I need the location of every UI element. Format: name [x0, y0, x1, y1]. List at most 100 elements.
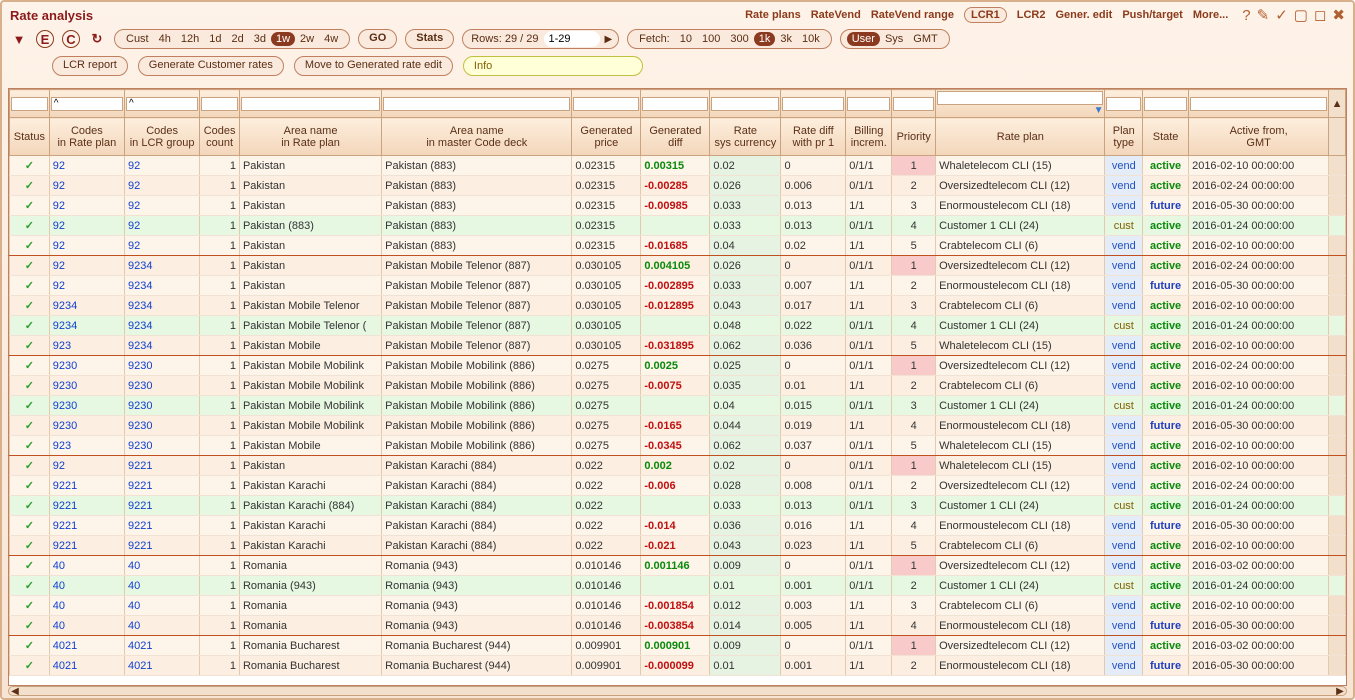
table-row[interactable]: ✓922192211Pakistan Karachi (884)Pakistan…: [10, 496, 1346, 516]
table-row[interactable]: ✓92921PakistanPakistan (883)0.02315-0.00…: [10, 176, 1346, 196]
cell-status[interactable]: ✓: [10, 176, 50, 196]
cell-codes-rp[interactable]: 92: [49, 256, 124, 276]
filter-rsc[interactable]: [711, 97, 779, 111]
cell-codes-lcr[interactable]: 9221: [124, 516, 199, 536]
table-row[interactable]: ✓923092301Pakistan Mobile MobilinkPakist…: [10, 396, 1346, 416]
filter-icon[interactable]: ▼: [10, 30, 28, 48]
cell-status[interactable]: ✓: [10, 296, 50, 316]
cell-codes-rp[interactable]: 40: [49, 616, 124, 636]
top-nav-ratevend[interactable]: RateVend: [811, 9, 861, 21]
cell-codes-rp[interactable]: 92: [49, 276, 124, 296]
col-header-9[interactable]: Rate diffwith pr 1: [781, 118, 846, 156]
time-option-2w[interactable]: 2w: [295, 32, 319, 46]
table-row[interactable]: ✓40401Romania (943)Romania (943)0.010146…: [10, 576, 1346, 596]
cell-status[interactable]: ✓: [10, 316, 50, 336]
cell-codes-rp[interactable]: 9234: [49, 316, 124, 336]
cell-codes-lcr[interactable]: 9234: [124, 276, 199, 296]
cell-status[interactable]: ✓: [10, 556, 50, 576]
stats-button[interactable]: Stats: [405, 29, 454, 49]
fetch-option-300[interactable]: 300: [725, 32, 753, 46]
tz-option-gmt[interactable]: GMT: [908, 32, 942, 46]
table-row[interactable]: ✓923492341Pakistan Mobile TelenorPakista…: [10, 296, 1346, 316]
cell-status[interactable]: ✓: [10, 156, 50, 176]
cell-status[interactable]: ✓: [10, 616, 50, 636]
cell-codes-rp[interactable]: 923: [49, 436, 124, 456]
generate-rates-button[interactable]: Generate Customer rates: [138, 56, 284, 76]
cell-codes-lcr[interactable]: 4021: [124, 636, 199, 656]
cell-status[interactable]: ✓: [10, 276, 50, 296]
cell-codes-rp[interactable]: 9230: [49, 376, 124, 396]
cell-codes-rp[interactable]: 92: [49, 176, 124, 196]
cell-codes-rp[interactable]: 92: [49, 216, 124, 236]
filter-plan[interactable]: [937, 91, 1103, 105]
cell-codes-rp[interactable]: 92: [49, 196, 124, 216]
cell-status[interactable]: ✓: [10, 436, 50, 456]
cell-status[interactable]: ✓: [10, 336, 50, 356]
cell-status[interactable]: ✓: [10, 596, 50, 616]
filter-bi[interactable]: [847, 97, 890, 111]
cell-status[interactable]: ✓: [10, 456, 50, 476]
cell-status[interactable]: ✓: [10, 656, 50, 676]
cell-codes-rp[interactable]: 40: [49, 596, 124, 616]
top-nav-rate-plans[interactable]: Rate plans: [745, 9, 801, 21]
cell-codes-rp[interactable]: 4021: [49, 656, 124, 676]
fetch-option-10[interactable]: 10: [675, 32, 697, 46]
cell-codes-rp[interactable]: 923: [49, 336, 124, 356]
cell-codes-lcr[interactable]: 40: [124, 596, 199, 616]
cell-codes-rp[interactable]: 9230: [49, 396, 124, 416]
filter-rdp1[interactable]: [782, 97, 844, 111]
time-option-1d[interactable]: 1d: [204, 32, 226, 46]
help-icon[interactable]: ?: [1242, 7, 1250, 24]
cell-codes-rp[interactable]: 92: [49, 236, 124, 256]
cell-status[interactable]: ✓: [10, 396, 50, 416]
cell-codes-lcr[interactable]: 9221: [124, 456, 199, 476]
time-option-4h[interactable]: 4h: [154, 32, 176, 46]
cell-codes-rp[interactable]: 9234: [49, 296, 124, 316]
col-header-10[interactable]: Billingincrem.: [846, 118, 892, 156]
cell-status[interactable]: ✓: [10, 356, 50, 376]
table-row[interactable]: ✓92921PakistanPakistan (883)0.02315-0.01…: [10, 236, 1346, 256]
filter-ptype[interactable]: [1106, 97, 1141, 111]
table-row[interactable]: ✓923492341Pakistan Mobile Telenor (Pakis…: [10, 316, 1346, 336]
table-row[interactable]: ✓922192211Pakistan KarachiPakistan Karac…: [10, 516, 1346, 536]
table-row[interactable]: ✓40401RomaniaRomania (943)0.0101460.0011…: [10, 556, 1346, 576]
table-row[interactable]: ✓92921Pakistan (883)Pakistan (883)0.0231…: [10, 216, 1346, 236]
close-icon[interactable]: ✖: [1332, 6, 1345, 24]
top-nav-lcr2[interactable]: LCR2: [1017, 9, 1046, 21]
tz-option-user[interactable]: User: [847, 32, 880, 46]
cell-codes-rp[interactable]: 9221: [49, 476, 124, 496]
filter-status[interactable]: [11, 97, 48, 111]
cell-codes-rp[interactable]: 9230: [49, 416, 124, 436]
col-header-14[interactable]: State: [1143, 118, 1189, 156]
table-row[interactable]: ✓923092301Pakistan Mobile MobilinkPakist…: [10, 376, 1346, 396]
cell-status[interactable]: ✓: [10, 216, 50, 236]
table-row[interactable]: ✓92392341Pakistan MobilePakistan Mobile …: [10, 336, 1346, 356]
col-header-8[interactable]: Ratesys currency: [710, 118, 781, 156]
cell-codes-lcr[interactable]: 9234: [124, 316, 199, 336]
fetch-option-100[interactable]: 100: [697, 32, 725, 46]
cell-codes-lcr[interactable]: 92: [124, 236, 199, 256]
col-header-1[interactable]: Codesin Rate plan: [49, 118, 124, 156]
cell-status[interactable]: ✓: [10, 376, 50, 396]
move-to-gen-button[interactable]: Move to Generated rate edit: [294, 56, 453, 76]
table-row[interactable]: ✓402140211Romania BucharestRomania Bucha…: [10, 636, 1346, 656]
cell-codes-rp[interactable]: 92: [49, 456, 124, 476]
table-row[interactable]: ✓92392301Pakistan MobilePakistan Mobile …: [10, 436, 1346, 456]
cell-codes-lcr[interactable]: 9221: [124, 496, 199, 516]
col-header-13[interactable]: Plantype: [1105, 118, 1143, 156]
cell-codes-rp[interactable]: 9230: [49, 356, 124, 376]
cell-codes-rp[interactable]: 9221: [49, 516, 124, 536]
table-row[interactable]: ✓9292341PakistanPakistan Mobile Telenor …: [10, 256, 1346, 276]
cell-codes-rp[interactable]: 9221: [49, 536, 124, 556]
time-option-2d[interactable]: 2d: [226, 32, 248, 46]
table-row[interactable]: ✓9292211PakistanPakistan Karachi (884)0.…: [10, 456, 1346, 476]
cell-codes-lcr[interactable]: 9230: [124, 436, 199, 456]
cell-codes-lcr[interactable]: 9230: [124, 416, 199, 436]
cell-codes-rp[interactable]: 9221: [49, 496, 124, 516]
col-header-2[interactable]: Codesin LCR group: [124, 118, 199, 156]
cell-codes-lcr[interactable]: 92: [124, 176, 199, 196]
filter-state[interactable]: [1144, 97, 1187, 111]
time-option-3d[interactable]: 3d: [249, 32, 271, 46]
cell-codes-rp[interactable]: 40: [49, 576, 124, 596]
col-header-0[interactable]: Status: [10, 118, 50, 156]
